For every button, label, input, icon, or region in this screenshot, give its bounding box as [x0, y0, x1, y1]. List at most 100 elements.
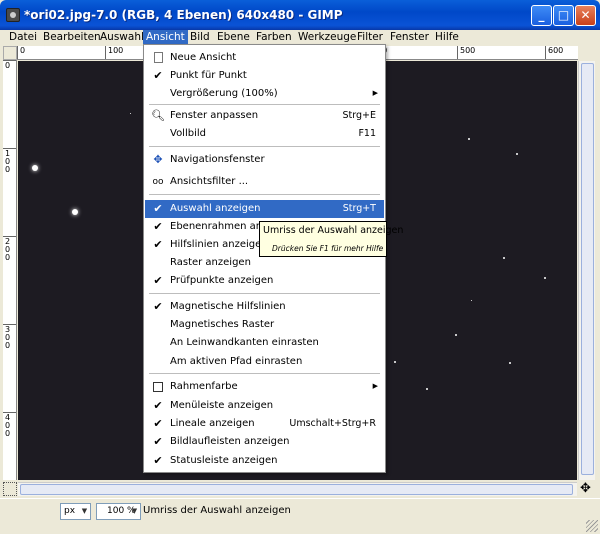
ruler-spacer: [579, 46, 595, 60]
zoom-select[interactable]: 100 % ▼: [96, 503, 141, 520]
ruler-label: 300: [5, 325, 11, 350]
unit-select[interactable]: px ▼: [60, 503, 91, 520]
menu-auswahl[interactable]: Auswahl: [97, 30, 147, 45]
ruler-label: 400: [5, 413, 11, 438]
menu-item-fullscreen[interactable]: Vollbild F11: [145, 125, 384, 143]
menu-ebene[interactable]: Ebene: [214, 30, 253, 45]
menu-item-zoom[interactable]: Vergrößerung (100%) ▶: [145, 85, 384, 103]
star: [72, 209, 78, 215]
chevron-down-icon: ▼: [131, 507, 138, 515]
menu-filter[interactable]: Filter: [354, 30, 386, 45]
star: [509, 362, 511, 364]
ruler-label: 0: [5, 61, 11, 70]
gimp-app-icon[interactable]: [6, 8, 20, 22]
checkmark-icon: ✔: [153, 69, 163, 82]
status-bar: px ▼ 100 % ▼ Umriss der Auswahl anzeigen: [0, 498, 600, 534]
navigate-icon: ✥: [153, 153, 163, 166]
star: [544, 277, 546, 279]
menu-item-navigation-window[interactable]: ✥ Navigationsfenster: [145, 151, 384, 169]
quick-mask-toggle[interactable]: [3, 482, 17, 496]
navigate-icon[interactable]: ✥: [580, 482, 591, 495]
vertical-scrollbar[interactable]: [578, 61, 595, 480]
minimize-button[interactable]: _: [531, 5, 552, 26]
menu-separator: [149, 104, 380, 105]
submenu-arrow-icon: ▶: [372, 89, 378, 97]
tooltip-text: Umriss der Auswahl anzeigen: [263, 225, 404, 236]
star: [394, 361, 396, 363]
menu-item-show-scrollbars[interactable]: ✔ Bildlaufleisten anzeigen: [145, 433, 384, 451]
menu-fenster[interactable]: Fenster: [387, 30, 432, 45]
ruler-label: 100: [108, 46, 124, 55]
star: [503, 257, 505, 259]
menu-item-snap-to-guides[interactable]: ✔ Magnetische Hilfslinien: [145, 298, 384, 316]
menubar: Datei Bearbeiten Auswahl Ansicht Bild Eb…: [0, 30, 600, 45]
checkmark-icon: ✔: [153, 238, 163, 251]
menu-item-new-view[interactable]: Neue Ansicht: [145, 49, 384, 67]
menu-item-snap-to-grid[interactable]: Magnetisches Raster: [145, 316, 384, 334]
title-bar: *ori02.jpg-7.0 (RGB, 4 Ebenen) 640x480 -…: [0, 0, 600, 30]
zoom-icon: 🔍︎: [151, 109, 165, 122]
menu-farben[interactable]: Farben: [253, 30, 295, 45]
checkmark-icon: ✔: [153, 202, 163, 215]
ruler-label: 600: [548, 46, 564, 55]
menu-item-show-selection[interactable]: ✔ Auswahl anzeigen Strg+T: [145, 200, 384, 218]
submenu-arrow-icon: ▶: [372, 382, 378, 390]
ruler-label: 500: [460, 46, 476, 55]
checkmark-icon: ✔: [153, 300, 163, 313]
menu-item-dot-for-dot[interactable]: ✔ Punkt für Punkt: [145, 67, 384, 85]
menu-ansicht[interactable]: Ansicht: [143, 30, 188, 45]
menu-item-snap-to-canvas[interactable]: An Leinwandkanten einrasten: [145, 334, 384, 352]
menu-item-fit-window[interactable]: 🔍︎ Fenster anpassen Strg+E: [145, 107, 384, 125]
resize-grip[interactable]: [586, 520, 598, 532]
menu-item-show-sample-points[interactable]: ✔ Prüfpunkte anzeigen: [145, 272, 384, 290]
star: [426, 388, 428, 390]
checkmark-icon: ✔: [153, 274, 163, 287]
checkmark-icon: ✔: [153, 399, 163, 412]
star: [468, 138, 470, 140]
menu-separator: [149, 373, 380, 374]
vertical-ruler[interactable]: 0 100 200 300 400: [3, 60, 17, 480]
menu-werkzeuge[interactable]: Werkzeuge: [295, 30, 359, 45]
view-menu-dropdown: Neue Ansicht ✔ Punkt für Punkt Vergrößer…: [143, 44, 386, 473]
scrollbar-thumb[interactable]: [20, 484, 573, 495]
star: [455, 334, 457, 336]
menu-separator: [149, 146, 380, 147]
scrollbar-thumb[interactable]: [581, 63, 594, 475]
star: [130, 113, 131, 114]
chevron-down-icon: ▼: [81, 507, 88, 515]
checkmark-icon: ✔: [153, 220, 163, 233]
menu-item-padding-color[interactable]: Rahmenfarbe ▶: [145, 378, 384, 396]
menu-datei[interactable]: Datei: [6, 30, 40, 45]
ruler-corner[interactable]: [3, 46, 17, 60]
star: [471, 300, 472, 301]
checkmark-icon: ✔: [153, 435, 163, 448]
unit-value: px: [64, 506, 76, 516]
ruler-label: 200: [5, 237, 11, 262]
tooltip-hint: Drücken Sie F1 für mehr Hilfe: [272, 244, 384, 253]
menu-item-show-menubar[interactable]: ✔ Menüleiste anzeigen: [145, 397, 384, 415]
window-title: *ori02.jpg-7.0 (RGB, 4 Ebenen) 640x480 -…: [24, 8, 343, 22]
checkmark-icon: ✔: [153, 417, 163, 430]
status-message: Umriss der Auswahl anzeigen: [143, 505, 291, 516]
close-button[interactable]: ✕: [575, 5, 596, 26]
menu-separator: [149, 293, 380, 294]
ruler-label: 0: [20, 46, 26, 55]
ruler-label: 100: [5, 149, 11, 174]
maximize-button[interactable]: □: [553, 5, 574, 26]
horizontal-scrollbar[interactable]: [18, 482, 577, 496]
menu-separator: [149, 194, 380, 195]
menu-bild[interactable]: Bild: [187, 30, 213, 45]
document-icon: [151, 51, 165, 65]
menu-item-snap-to-path[interactable]: Am aktiven Pfad einrasten: [145, 353, 384, 371]
star: [516, 153, 518, 155]
menu-hilfe[interactable]: Hilfe: [432, 30, 462, 45]
tooltip: Umriss der Auswahl anzeigen Drücken Sie …: [259, 221, 403, 257]
color-box-icon: [151, 380, 165, 394]
menu-bearbeiten[interactable]: Bearbeiten: [40, 30, 104, 45]
menu-item-show-statusbar[interactable]: ✔ Statusleiste anzeigen: [145, 452, 384, 470]
checkmark-icon: ✔: [153, 454, 163, 467]
menu-item-show-rulers[interactable]: ✔ Lineale anzeigen Umschalt+Strg+R: [145, 415, 384, 433]
star: [32, 165, 38, 171]
menu-item-display-filters[interactable]: oo Ansichtsfilter ...: [145, 173, 384, 191]
glasses-icon: oo: [152, 177, 164, 187]
